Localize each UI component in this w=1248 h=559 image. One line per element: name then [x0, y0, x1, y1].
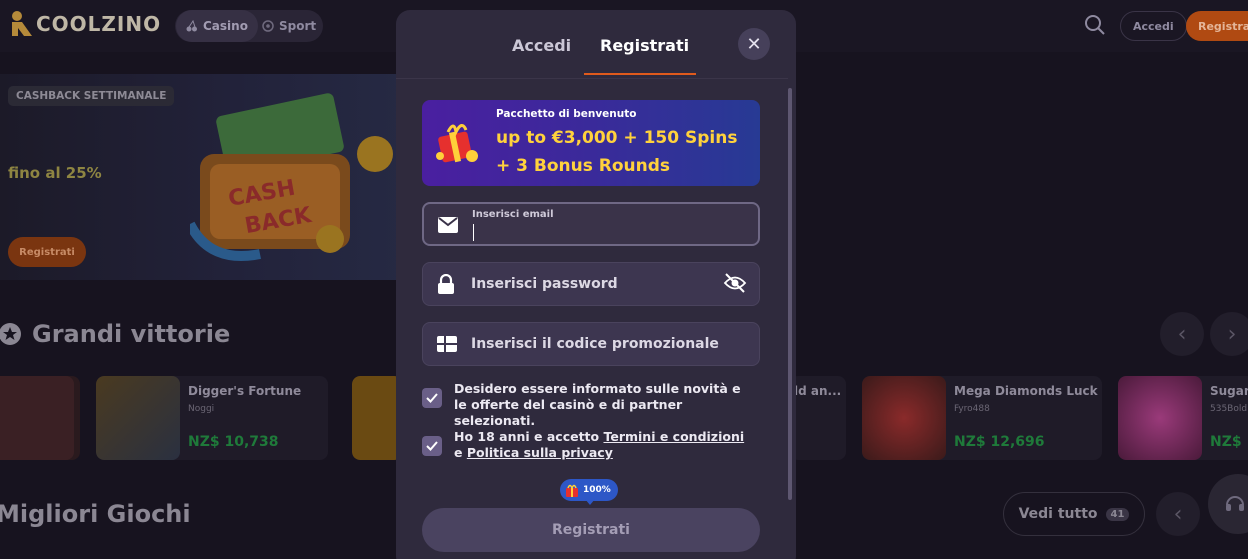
header-register-button[interactable]: Registrati [1186, 11, 1248, 41]
game-title: Mega Diamonds Luck [954, 384, 1098, 398]
game-thumbnail [1118, 376, 1202, 460]
modal-scrollbar[interactable] [788, 88, 792, 500]
win-card[interactable] [0, 376, 80, 460]
cashback-banner[interactable]: CASH BACK CASHBACK SETTIMANALE fino al 2… [0, 74, 420, 280]
badge-tail [585, 499, 595, 505]
win-amount: NZ$ 12,696 [954, 434, 1045, 450]
promo-code-placeholder: Inserisci il codice promozionale [471, 336, 719, 352]
terms-link[interactable]: Termini e condizioni [603, 429, 744, 444]
ball-icon [262, 20, 274, 32]
email-field[interactable]: Inserisci email [422, 202, 760, 246]
cashback-badge: CASHBACK SETTIMANALE [8, 86, 175, 106]
game-thumbnail [96, 376, 180, 460]
page: COOLZINO Casino Sport Accedi Registrati … [0, 0, 1248, 559]
gift-icon [566, 484, 578, 497]
password-placeholder: Inserisci password [471, 276, 618, 292]
games-prev-button[interactable]: ‹ [1156, 492, 1200, 536]
logo[interactable]: COOLZINO [8, 10, 161, 38]
bonus-percent-badge: 100% [560, 479, 618, 501]
registration-modal: Accedi Registrati ✕ Pacchetto di benvenu… [396, 10, 796, 559]
big-wins-title: Grandi vittorie [32, 320, 231, 348]
see-all-count: 41 [1105, 507, 1130, 521]
win-card[interactable]: Sugar 535Bold NZ$ 1 [1118, 376, 1248, 460]
gift-box-icon [436, 124, 478, 163]
lock-icon [438, 274, 454, 294]
win-card[interactable]: ld an... [790, 376, 846, 460]
best-games-title: Migliori Giochi [0, 500, 191, 528]
welcome-package-label: Pacchetto di benvenuto [496, 108, 637, 120]
age-consent-prefix: Ho 18 anni e accetto [454, 429, 604, 444]
player-name: Noggi [188, 404, 215, 414]
age-consent-middle: e [454, 445, 467, 460]
headset-icon [1226, 496, 1244, 511]
marketing-consent-checkbox[interactable] [422, 388, 442, 408]
active-tab-indicator [584, 73, 696, 75]
banner-register-button[interactable]: Registrati [8, 237, 86, 267]
win-card[interactable]: Mega Diamonds Luck Fyro488 NZ$ 12,696 [862, 376, 1102, 460]
wins-prev-button[interactable]: ‹ [1160, 312, 1204, 356]
see-all-button[interactable]: Vedi tutto 41 [1003, 492, 1145, 536]
ticket-icon [437, 336, 457, 352]
marketing-consent-text: Desidero essere informato sulle novità e… [454, 381, 741, 428]
checkmark-icon [426, 393, 438, 403]
nav-casino[interactable]: Casino [176, 10, 258, 42]
nav-casino-label: Casino [203, 19, 248, 33]
auth-tabs: Accedi Registrati ✕ [396, 10, 796, 76]
eye-off-icon[interactable] [723, 272, 747, 294]
win-amount: NZ$ 10,738 [188, 434, 279, 450]
game-thumbnail [0, 376, 74, 460]
tab-register[interactable]: Registrati [600, 36, 689, 55]
win-card[interactable]: Digger's Fortune Noggi NZ$ 10,738 [96, 376, 328, 460]
logo-icon [12, 11, 32, 36]
password-field[interactable]: Inserisci password [422, 262, 760, 306]
star-icon [0, 323, 21, 345]
checkmark-icon [426, 441, 438, 451]
game-title: Sugar [1210, 384, 1248, 398]
cherries-icon [186, 20, 197, 32]
welcome-offer-text: up to €3,000 + 150 Spins + 3 Bonus Round… [496, 128, 738, 176]
bonus-percent-text: 100% [583, 485, 611, 495]
support-chat-button[interactable] [1208, 474, 1248, 534]
submit-register-button[interactable]: Registrati [422, 508, 760, 552]
email-label: Inserisci email [472, 209, 554, 220]
game-title: Digger's Fortune [188, 384, 302, 398]
envelope-icon [438, 217, 458, 233]
wins-next-button[interactable]: › [1210, 312, 1248, 356]
win-card[interactable] [352, 376, 402, 460]
close-button[interactable]: ✕ [738, 28, 770, 60]
player-name: 535Bold [1210, 404, 1248, 414]
logo-text: COOLZINO [36, 12, 162, 36]
player-name: Fyro488 [954, 404, 990, 414]
close-icon: ✕ [746, 33, 762, 55]
win-amount: NZ$ 1 [1210, 434, 1248, 450]
welcome-bonus-banner: Pacchetto di benvenuto up to €3,000 + 15… [422, 100, 760, 186]
cashback-text: fino al 25% [8, 164, 102, 182]
email-input[interactable] [472, 222, 732, 242]
cashback-wallet-illustration: CASH BACK [190, 93, 393, 261]
see-all-label: Vedi tutto [1018, 506, 1098, 522]
tabs-divider [396, 78, 788, 79]
header-login-button[interactable]: Accedi [1120, 11, 1187, 41]
game-thumbnail [862, 376, 946, 460]
text-caret [473, 224, 474, 241]
nav-sport-label: Sport [279, 19, 317, 33]
tab-login[interactable]: Accedi [512, 36, 571, 55]
nav-sport[interactable]: Sport [262, 10, 316, 42]
age-consent-checkbox[interactable] [422, 436, 442, 456]
game-thumbnail [352, 376, 402, 460]
age-consent-text: Ho 18 anni e accetto Termini e condizion… [454, 429, 754, 461]
privacy-link[interactable]: Politica sulla privacy [467, 445, 613, 460]
promo-code-field[interactable]: Inserisci il codice promozionale [422, 322, 760, 366]
game-title: ld an... [794, 384, 842, 398]
search-icon[interactable] [1084, 14, 1106, 36]
